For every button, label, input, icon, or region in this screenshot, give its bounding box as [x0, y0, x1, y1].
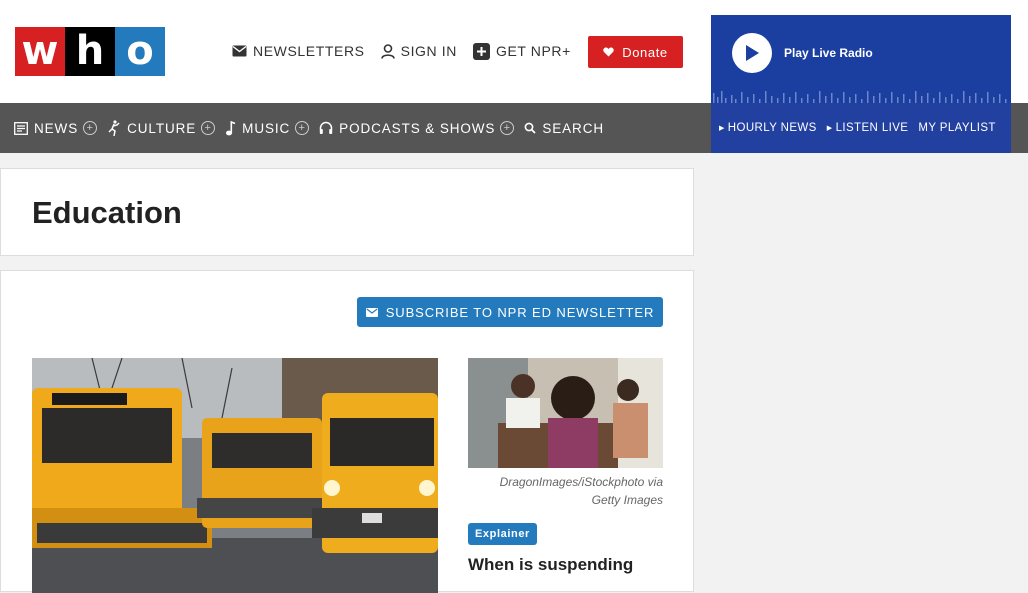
culture-icon — [107, 119, 121, 137]
nav-podcasts-shows[interactable]: Podcasts & Shows + — [319, 120, 515, 136]
play-arrow-icon: ▶ — [719, 125, 725, 132]
newsletters-link[interactable]: Newsletters — [232, 43, 365, 59]
subscribe-label: Subscribe to NPR Ed Newsletter — [385, 304, 655, 320]
nav-news-label: News — [34, 120, 79, 136]
logo-letter-w: w — [15, 27, 65, 76]
listen-live-label: Listen Live — [835, 122, 909, 134]
play-arrow-icon: ▶ — [826, 125, 833, 132]
player-links: ▶ Hourly News ▶ Listen Live My Playlist — [711, 103, 1011, 153]
hourly-news-link[interactable]: ▶ Hourly News — [719, 122, 817, 134]
sign-in-label: Sign In — [400, 43, 457, 59]
play-live-radio-label[interactable]: Play Live Radio — [784, 46, 873, 60]
play-icon — [744, 44, 760, 62]
expand-plus-icon[interactable]: + — [295, 121, 310, 135]
sign-in-link[interactable]: Sign In — [380, 43, 457, 59]
news-icon — [14, 121, 28, 135]
nav-news[interactable]: News + — [14, 120, 98, 136]
expand-plus-icon[interactable]: + — [83, 121, 98, 135]
nav-music-label: Music — [242, 120, 291, 136]
audio-wave-graphic — [713, 91, 1007, 103]
plus-square-icon — [472, 42, 490, 60]
donate-label: Donate — [622, 44, 668, 60]
music-icon — [225, 120, 236, 136]
hourly-news-label: Hourly News — [727, 122, 817, 134]
secondary-story-image[interactable] — [468, 358, 663, 468]
get-npr-plus-link[interactable]: Get NPR+ — [472, 42, 571, 60]
search-icon — [524, 122, 536, 134]
explainer-badge: Explainer — [468, 523, 537, 545]
live-radio-player: Play Live Radio ▶ Hourly News — [711, 15, 1011, 153]
logo-letter-h: h — [65, 27, 115, 76]
classroom-meeting-photo — [468, 358, 663, 468]
page-title: Education — [32, 195, 182, 230]
heart-icon — [603, 47, 614, 57]
expand-plus-icon[interactable]: + — [201, 121, 216, 135]
section-title-card: Education — [0, 168, 694, 256]
mail-icon — [232, 45, 247, 57]
my-playlist-link[interactable]: My Playlist — [918, 122, 995, 134]
nav-culture[interactable]: Culture + — [107, 119, 216, 137]
image-credit: DragonImages/iStockphoto via Getty Image… — [499, 475, 663, 507]
user-icon — [380, 43, 395, 59]
expand-plus-icon[interactable]: + — [500, 121, 515, 135]
utility-links: Newsletters Sign In Get NPR+ — [232, 41, 587, 61]
lead-story-image[interactable] — [32, 358, 438, 593]
nav-music[interactable]: Music + — [225, 120, 310, 136]
my-playlist-label: My Playlist — [918, 122, 996, 134]
nav-search[interactable]: Search — [524, 121, 604, 136]
listen-live-link[interactable]: ▶ Listen Live — [827, 122, 909, 134]
school-bus-photo — [32, 358, 438, 593]
site-logo[interactable]: w h o — [15, 27, 165, 76]
donate-button[interactable]: Donate — [588, 36, 683, 68]
play-button[interactable] — [732, 33, 772, 73]
newsletters-label: Newsletters — [253, 43, 365, 59]
nav-podcasts-shows-label: Podcasts & Shows — [339, 120, 496, 136]
subscribe-newsletter-button[interactable]: Subscribe to NPR Ed Newsletter — [357, 297, 663, 327]
nav-search-label: Search — [542, 120, 605, 136]
nav-culture-label: Culture — [127, 120, 197, 136]
get-npr-plus-label: Get NPR+ — [495, 43, 571, 59]
mail-icon — [365, 307, 378, 317]
story-list-card: Subscribe to NPR Ed Newsletter — [0, 270, 694, 593]
secondary-story-headline[interactable]: When is suspending — [468, 555, 663, 575]
logo-letter-o: o — [115, 27, 165, 76]
headphones-icon — [319, 121, 333, 135]
